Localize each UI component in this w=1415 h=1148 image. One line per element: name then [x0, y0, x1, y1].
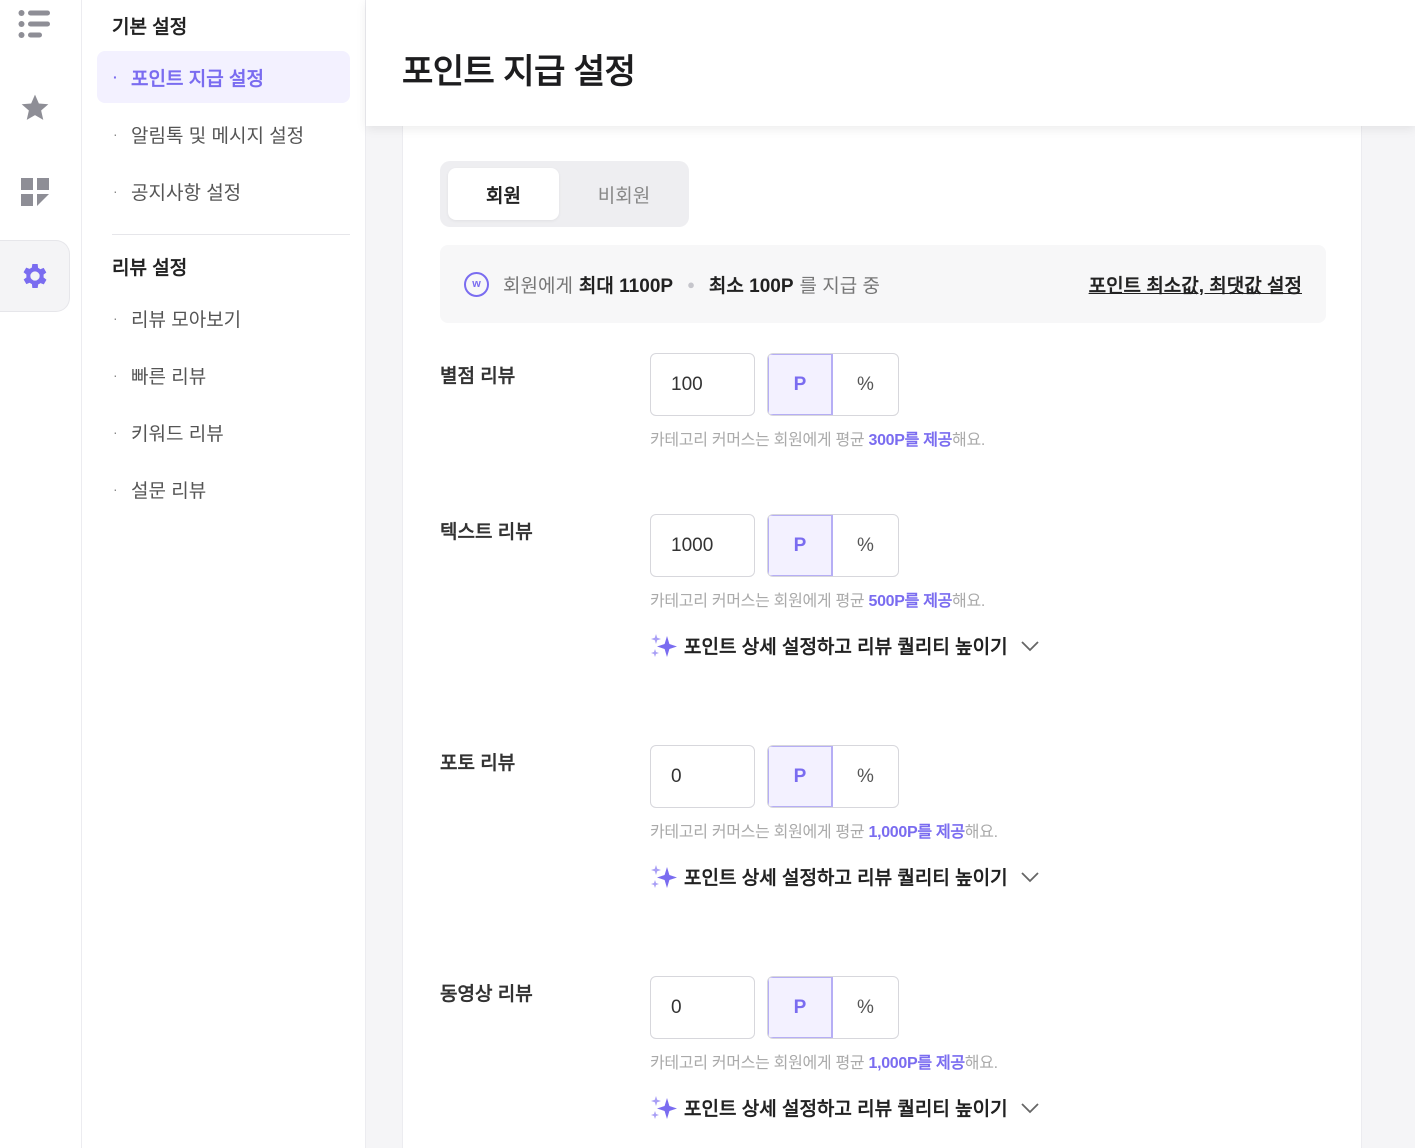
nav-item-label: 포인트 지급 설정	[131, 68, 264, 90]
nav-item-label: 알림톡 및 메시지 설정	[131, 125, 305, 147]
hint-prefix: 카테고리 커머스는 회원에게 평균	[650, 1055, 869, 1072]
tab-member[interactable]: 회원	[448, 168, 559, 220]
rail-settings-button[interactable]	[0, 240, 70, 312]
detail-label: 포인트 상세 설정하고 리뷰 퀄리티 높이기	[684, 637, 1008, 658]
section-title-basic: 기본 설정	[112, 17, 188, 38]
gear-icon	[23, 264, 46, 288]
page-header: 포인트 지급 설정	[366, 0, 1415, 126]
star-review-hint: 카테고리 커머스는 회원에게 평균 300P를 제공해요.	[650, 426, 985, 450]
unit-point-button[interactable]: P	[768, 746, 833, 807]
detail-label: 포인트 상세 설정하고 리뷰 퀄리티 높이기	[684, 1099, 1008, 1120]
summary-min: 최소 100P	[708, 275, 794, 297]
nav-item-label: 설문 리뷰	[131, 480, 207, 502]
hint-prefix: 카테고리 커머스는 회원에게 평균	[650, 824, 869, 841]
hint-suffix: 해요.	[952, 593, 986, 610]
review-label-photo: 포토 리뷰	[440, 753, 516, 774]
nav-item-review-collection[interactable]: · 리뷰 모아보기	[97, 292, 350, 344]
member-type-toggle: 회원 비회원	[440, 161, 689, 227]
nav-bullet: ·	[113, 69, 118, 85]
chevron-down-icon	[1020, 640, 1039, 651]
chevron-down-icon	[1020, 1102, 1039, 1113]
photo-review-unit-toggle: P %	[767, 745, 899, 808]
tab-non-member[interactable]: 비회원	[564, 168, 684, 220]
nav-bullet: ·	[113, 310, 118, 326]
review-label-video: 동영상 리뷰	[440, 984, 533, 1005]
star-icon	[21, 94, 49, 120]
video-review-detail-toggle[interactable]: 포인트 상세 설정하고 리뷰 퀄리티 높이기	[650, 1094, 1040, 1121]
summary-max: 최대 1100P	[578, 275, 674, 297]
star-review-unit-toggle: P %	[767, 353, 899, 416]
photo-review-detail-toggle[interactable]: 포인트 상세 설정하고 리뷰 퀄리티 높이기	[650, 863, 1040, 890]
unit-percent-button[interactable]: %	[833, 354, 898, 415]
nav-item-label: 공지사항 설정	[131, 182, 242, 204]
unit-point-button[interactable]: P	[768, 515, 833, 576]
chevron-down-icon	[1020, 871, 1039, 882]
min-max-settings-link[interactable]: 포인트 최소값, 최댓값 설정	[1089, 271, 1302, 298]
separator-dot: ●	[687, 276, 695, 292]
hint-suffix: 해요.	[964, 1055, 998, 1072]
nav-item-message-settings[interactable]: · 알림톡 및 메시지 설정	[97, 108, 350, 160]
unit-point-button[interactable]: P	[768, 354, 833, 415]
nav-bullet: ·	[113, 367, 118, 383]
detail-label: 포인트 상세 설정하고 리뷰 퀄리티 높이기	[684, 868, 1008, 889]
nav-item-label: 리뷰 모아보기	[131, 309, 242, 331]
hint-prefix: 카테고리 커머스는 회원에게 평균	[650, 432, 869, 449]
dashboard-icon	[21, 178, 49, 206]
hint-suffix: 해요.	[952, 432, 986, 449]
sparkle-icon	[651, 1095, 677, 1119]
review-label-text: 텍스트 리뷰	[440, 522, 533, 543]
list-icon	[18, 10, 50, 38]
photo-review-point-input[interactable]	[650, 745, 755, 808]
settings-subnav: 기본 설정 · 포인트 지급 설정 · 알림톡 및 메시지 설정 · 공지사항 …	[82, 0, 366, 1148]
unit-percent-button[interactable]: %	[833, 977, 898, 1038]
review-label-star: 별점 리뷰	[440, 366, 516, 387]
icon-rail	[0, 0, 82, 1148]
nav-item-quick-review[interactable]: · 빠른 리뷰	[97, 349, 350, 401]
nav-item-keyword-review[interactable]: · 키워드 리뷰	[97, 406, 350, 458]
unit-percent-button[interactable]: %	[833, 515, 898, 576]
hint-highlight: 500P를 제공	[868, 593, 953, 610]
rail-list-button[interactable]	[0, 0, 70, 60]
sparkle-icon	[651, 864, 677, 888]
unit-percent-button[interactable]: %	[833, 746, 898, 807]
text-review-detail-toggle[interactable]: 포인트 상세 설정하고 리뷰 퀄리티 높이기	[650, 632, 1040, 659]
nav-bullet: ·	[113, 183, 118, 199]
hint-suffix: 해요.	[964, 824, 998, 841]
nav-item-survey-review[interactable]: · 설문 리뷰	[97, 463, 350, 515]
star-review-point-input[interactable]	[650, 353, 755, 416]
rail-dashboard-button[interactable]	[0, 156, 70, 228]
hint-highlight: 300P를 제공	[868, 432, 953, 449]
photo-review-hint: 카테고리 커머스는 회원에게 평균 1,000P를 제공해요.	[650, 818, 998, 842]
hint-prefix: 카테고리 커머스는 회원에게 평균	[650, 593, 869, 610]
nav-bullet: ·	[113, 126, 118, 142]
nav-item-label: 키워드 리뷰	[131, 423, 224, 445]
page-title: 포인트 지급 설정	[402, 53, 636, 91]
nav-bullet: ·	[113, 424, 118, 440]
summary-prefix: 회원에게	[503, 275, 573, 297]
point-summary-banner: w 회원에게 최대 1100P ● 최소 100P 를 지급 중 포인트 최소값…	[440, 245, 1326, 323]
nav-bullet: ·	[113, 481, 118, 497]
text-review-unit-toggle: P %	[767, 514, 899, 577]
settings-card: 회원 비회원 w 회원에게 최대 1100P ● 최소 100P 를 지급 중 …	[402, 126, 1362, 1148]
hint-highlight: 1,000P를 제공	[868, 1055, 965, 1072]
sparkle-icon	[651, 633, 677, 657]
text-review-hint: 카테고리 커머스는 회원에게 평균 500P를 제공해요.	[650, 587, 985, 611]
nav-item-notice-settings[interactable]: · 공지사항 설정	[97, 165, 350, 217]
won-icon: w	[464, 271, 489, 297]
nav-item-point-settings[interactable]: · 포인트 지급 설정	[97, 51, 350, 103]
nav-divider	[112, 234, 350, 235]
video-review-unit-toggle: P %	[767, 976, 899, 1039]
section-title-review: 리뷰 설정	[112, 258, 188, 279]
rail-star-button[interactable]	[0, 72, 70, 144]
summary-suffix: 를 지급 중	[799, 275, 881, 297]
unit-point-button[interactable]: P	[768, 977, 833, 1038]
hint-highlight: 1,000P를 제공	[868, 824, 965, 841]
video-review-point-input[interactable]	[650, 976, 755, 1039]
text-review-point-input[interactable]	[650, 514, 755, 577]
nav-item-label: 빠른 리뷰	[131, 366, 207, 388]
video-review-hint: 카테고리 커머스는 회원에게 평균 1,000P를 제공해요.	[650, 1049, 998, 1073]
